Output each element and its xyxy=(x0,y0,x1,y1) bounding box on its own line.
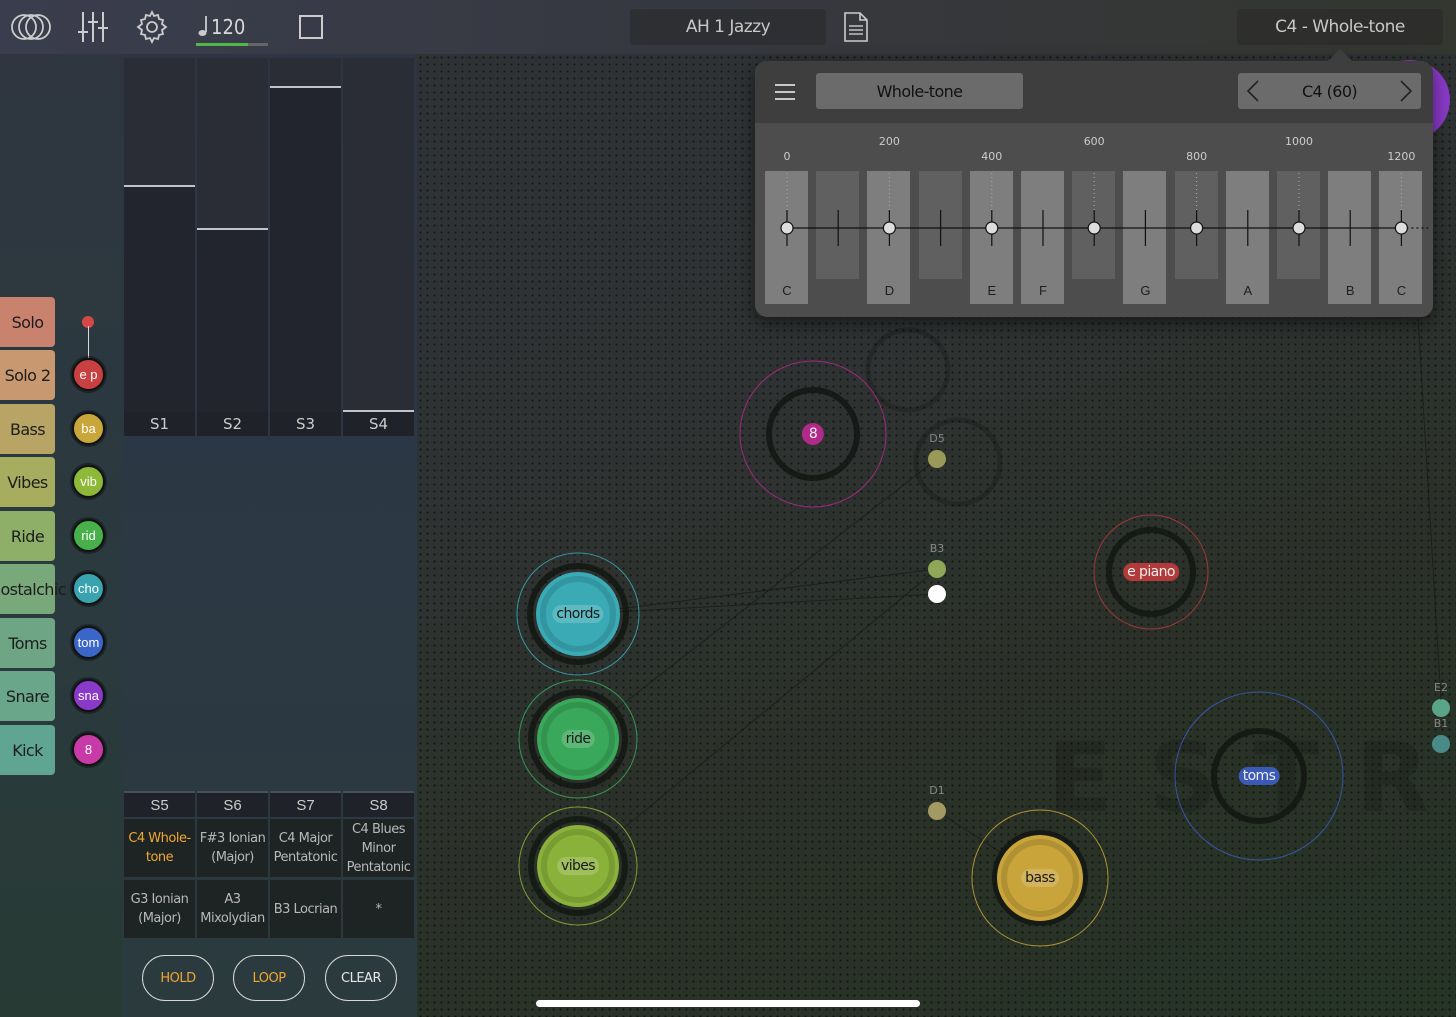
connection-line xyxy=(1417,317,1442,701)
scene-cell[interactable]: G3 Ionian (Major) xyxy=(124,880,195,938)
cents-label: 600 xyxy=(1083,135,1105,148)
selected-pin[interactable] xyxy=(928,585,946,603)
slider-s3[interactable] xyxy=(270,58,341,412)
scale-degree-handle[interactable] xyxy=(780,221,794,235)
track-dot-1[interactable]: e p xyxy=(72,358,105,391)
document-icon[interactable] xyxy=(842,8,870,46)
scene-header-s6: S6 xyxy=(197,791,268,817)
settings-gear-icon[interactable] xyxy=(134,8,170,46)
scale-degree-handle[interactable] xyxy=(1087,221,1101,235)
track-button-0[interactable]: Solo xyxy=(0,297,55,347)
pin-label: B3 xyxy=(929,542,945,555)
scene-cell[interactable]: A3 Mixolydian xyxy=(197,880,268,938)
scene-cell[interactable]: B3 Locrian xyxy=(270,880,341,938)
popup-arrow xyxy=(1328,49,1352,61)
connection-line xyxy=(577,593,938,615)
node-chords[interactable]: chords xyxy=(552,605,604,623)
track-button-5[interactable]: Nostalchic xyxy=(0,564,67,614)
track-button-3[interactable]: Vibes xyxy=(0,457,55,507)
slider-s1[interactable] xyxy=(124,58,195,412)
node-ride[interactable]: ride xyxy=(561,730,595,748)
pin-b3[interactable] xyxy=(928,560,946,578)
scene-cell[interactable]: C4 Blues Minor Pentatonic xyxy=(343,819,414,877)
home-indicator[interactable] xyxy=(536,1000,920,1007)
scale-editor-popup: Whole-tone C4 (60) CDEFGABC 0 200 400 600 80… xyxy=(755,61,1433,317)
cents-label: 400 xyxy=(981,150,1003,163)
note-icon xyxy=(198,16,207,36)
track-dot-3[interactable]: vib xyxy=(72,465,105,498)
scale-degree-handle[interactable] xyxy=(985,221,999,235)
slider-label: S1 xyxy=(124,412,195,436)
scene-cell[interactable]: C4 Whole-tone xyxy=(124,819,195,877)
track-dot-5[interactable]: cho xyxy=(72,572,105,605)
preset-button[interactable]: AH 1 Jazzy xyxy=(630,9,826,45)
slider-fill xyxy=(270,86,341,412)
top-bar: 120 AH 1 Jazzy C4 - Whole-tone xyxy=(0,0,1456,54)
stop-square-icon[interactable] xyxy=(296,8,326,46)
track-dot-8[interactable]: 8 xyxy=(72,733,105,766)
scene-header-s8: S8 xyxy=(343,791,414,817)
track-dot-2[interactable]: ba xyxy=(72,412,105,445)
cents-label: 800 xyxy=(1186,150,1208,163)
hold-button[interactable]: HOLD xyxy=(142,955,214,1001)
track-button-2[interactable]: Bass xyxy=(0,404,55,454)
slider-label: S3 xyxy=(270,412,341,436)
slider-panel: S1 S2 S3 S4 S5 S6 S7 S8 C4 Whole-tone F#3 Ionian … xyxy=(122,54,417,1017)
pin-b1[interactable] xyxy=(1432,735,1450,753)
cents-label: 0 xyxy=(783,150,791,163)
node-toms[interactable]: toms xyxy=(1238,767,1280,785)
scene-header-s5: S5 xyxy=(124,791,195,817)
solo-pin-stem xyxy=(87,326,89,358)
scale-degree-handle[interactable] xyxy=(1292,221,1306,235)
slider-label: S4 xyxy=(343,412,414,436)
cents-label: 1200 xyxy=(1387,150,1416,163)
tempo-value: 120 xyxy=(211,15,246,39)
connection-line xyxy=(577,568,938,867)
slider-s2[interactable] xyxy=(197,58,268,412)
scene-cell[interactable]: * xyxy=(343,880,414,938)
track-button-1[interactable]: Solo 2 xyxy=(0,350,55,400)
pin-d1[interactable] xyxy=(928,802,946,820)
rings-logo-icon[interactable] xyxy=(8,8,54,46)
scene-header-s7: S7 xyxy=(270,791,341,817)
scale-overlay xyxy=(780,173,1430,246)
track-button-6[interactable]: Toms xyxy=(0,618,55,668)
track-button-7[interactable]: Snare xyxy=(0,671,55,721)
connection-line xyxy=(577,568,938,615)
scene-cell[interactable]: C4 Major Pentatonic xyxy=(270,819,341,877)
pin-label: B1 xyxy=(1433,717,1449,730)
scene-cell[interactable]: F#3 Ionian (Major) xyxy=(197,819,268,877)
scale-degree-handle[interactable] xyxy=(1394,221,1409,235)
node-bass[interactable]: bass xyxy=(1021,869,1059,887)
clear-button[interactable]: CLEAR xyxy=(325,955,397,1001)
cents-label: 200 xyxy=(878,135,900,148)
node-vibes[interactable]: vibes xyxy=(557,857,599,875)
slider-fill xyxy=(197,227,268,412)
pin-e2[interactable] xyxy=(1432,699,1450,717)
track-button-4[interactable]: Ride xyxy=(0,511,55,561)
pin-label: D1 xyxy=(929,784,945,797)
track-dot-6[interactable]: tom xyxy=(72,626,105,659)
node-e-piano[interactable]: e piano xyxy=(1123,563,1179,581)
tempo-progress-bar xyxy=(196,43,268,46)
pin-d5[interactable] xyxy=(928,450,946,468)
connection-line xyxy=(577,458,938,740)
pin-label: D5 xyxy=(929,432,945,445)
scale-degree-handle[interactable] xyxy=(882,221,896,235)
loop-button[interactable]: LOOP xyxy=(233,955,305,1001)
scale-degree-handle[interactable] xyxy=(1190,221,1204,235)
track-list: SoloSolo 2 e p Bassba Vibes vib RideridNostal… xyxy=(0,54,122,1017)
scale-select-button[interactable]: C4 - Whole-tone xyxy=(1237,9,1443,45)
track-dot-7[interactable]: sna xyxy=(72,679,105,712)
tempo-control[interactable]: 120 xyxy=(196,10,268,46)
cents-label: 1000 xyxy=(1285,135,1313,148)
mixer-sliders-icon[interactable] xyxy=(76,8,110,46)
slider-fill xyxy=(124,185,195,412)
pin-label: E2 xyxy=(1434,681,1448,694)
track-button-8[interactable]: Kick xyxy=(0,725,55,775)
track-dot-4[interactable]: rid xyxy=(72,519,105,552)
slider-label: S2 xyxy=(197,412,268,436)
slider-s4[interactable] xyxy=(343,58,414,412)
ghost-ring xyxy=(865,327,951,413)
